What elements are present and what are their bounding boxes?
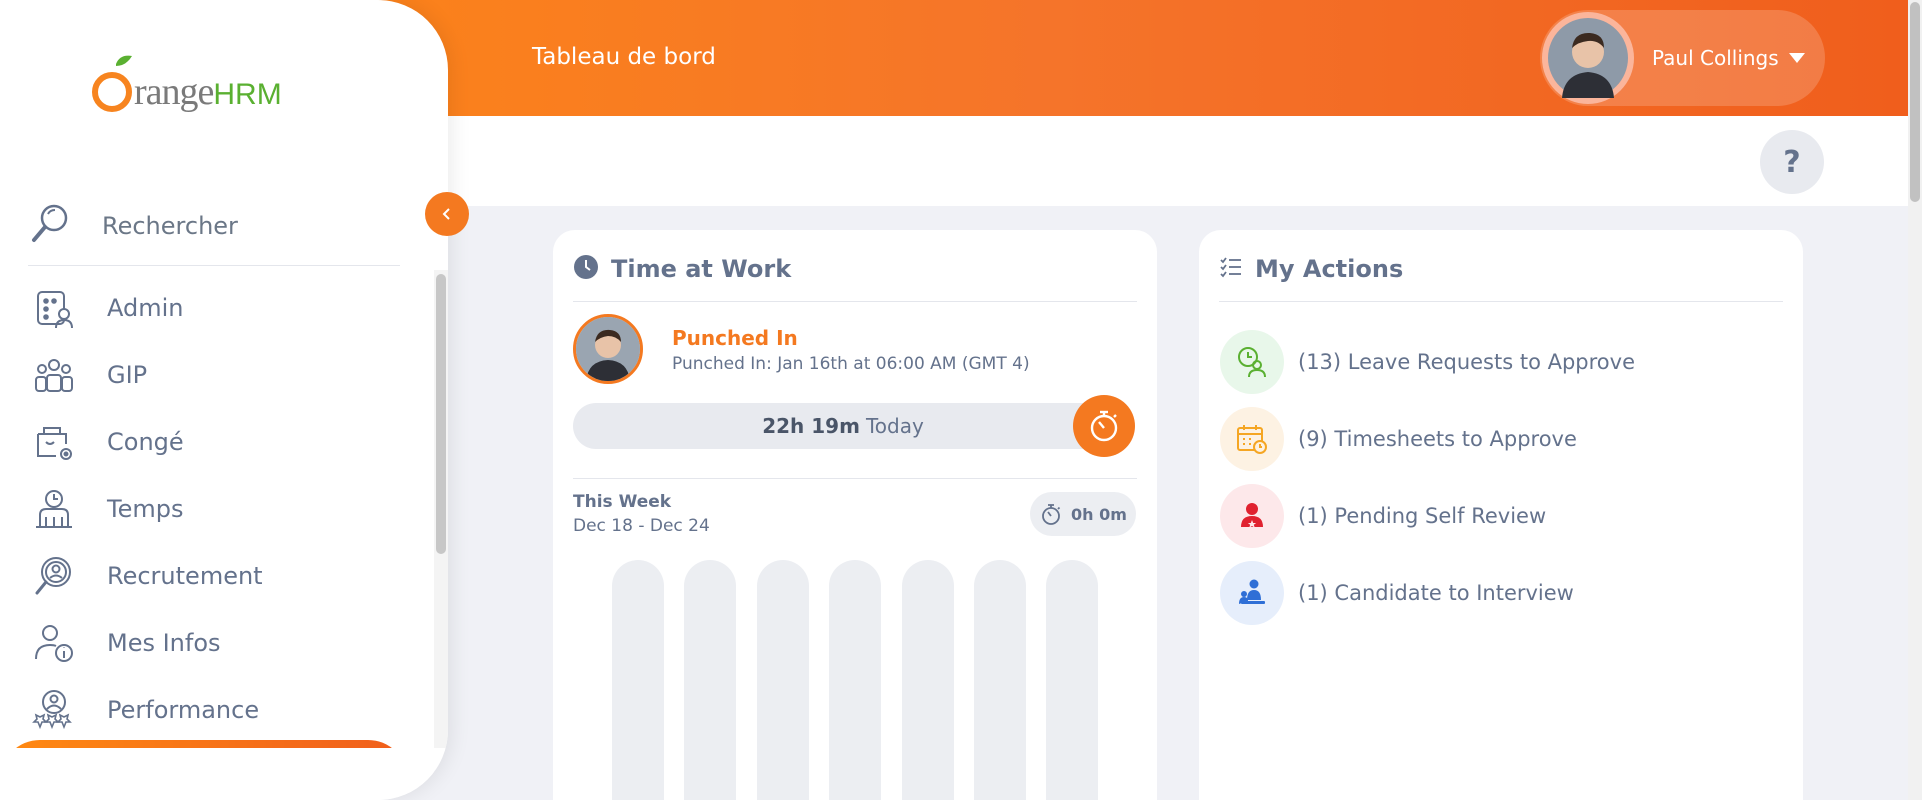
leave-icon bbox=[28, 416, 80, 468]
action-timesheets[interactable]: (9) Timesheets to Approve bbox=[1220, 407, 1577, 471]
clock-icon bbox=[573, 254, 599, 284]
day-bar bbox=[684, 560, 736, 800]
card-header: My Actions bbox=[1219, 254, 1783, 302]
day-bar bbox=[902, 560, 954, 800]
sidebar-item-time[interactable]: Temps bbox=[28, 475, 428, 542]
orangehrm-logo: rangeHRM bbox=[86, 52, 296, 116]
today-hours: 22h 19m bbox=[762, 414, 860, 438]
sidebar-scrollbar[interactable] bbox=[434, 270, 448, 748]
sidebar-item-label: Congé bbox=[107, 427, 184, 456]
action-candidate-interview[interactable]: (1) Candidate to Interview bbox=[1220, 561, 1574, 625]
leave-approve-icon bbox=[1220, 330, 1284, 394]
sidebar-item-my-info[interactable]: Mes Infos bbox=[28, 609, 428, 676]
day-bar bbox=[757, 560, 809, 800]
recruitment-icon bbox=[28, 550, 80, 602]
stopwatch-icon bbox=[1090, 410, 1118, 442]
week-bar-chart bbox=[612, 560, 1102, 800]
day-bar bbox=[829, 560, 881, 800]
my-info-icon bbox=[28, 617, 80, 669]
sidebar-item-label: Recrutement bbox=[107, 561, 263, 590]
action-self-review[interactable]: (1) Pending Self Review bbox=[1220, 484, 1546, 548]
punch-detail: Punched In: Jan 16th at 06:00 AM (GMT 4) bbox=[672, 354, 1030, 374]
sidebar-item-label: GIP bbox=[107, 360, 148, 389]
sub-header bbox=[440, 116, 1908, 206]
page-scrollbar[interactable] bbox=[1908, 0, 1922, 800]
page-title: Tableau de bord bbox=[532, 44, 716, 70]
pim-icon bbox=[28, 349, 80, 401]
candidate-icon bbox=[1220, 561, 1284, 625]
punch-status: Punched In bbox=[672, 326, 798, 350]
today-hours-bar: 22h 19m Today bbox=[573, 403, 1113, 449]
search-icon bbox=[28, 202, 72, 250]
sidebar-item-recruitment[interactable]: Recrutement bbox=[28, 542, 428, 609]
action-leave-requests[interactable]: (13) Leave Requests to Approve bbox=[1220, 330, 1635, 394]
punch-out-button[interactable] bbox=[1073, 395, 1135, 457]
sidebar-item-label: Temps bbox=[107, 494, 184, 523]
self-review-icon bbox=[1220, 484, 1284, 548]
sidebar-menu: Admin GIP Congé Temps Recrutement Mes In… bbox=[28, 274, 428, 743]
day-bar bbox=[1046, 560, 1098, 800]
search-label: Rechercher bbox=[102, 211, 238, 240]
sidebar-item-label: Mes Infos bbox=[107, 628, 221, 657]
sidebar: rangeHRM Rechercher Admin GIP Congé Temp… bbox=[0, 0, 448, 800]
time-at-work-card: Time at Work Punched In Punched In: Jan … bbox=[553, 230, 1157, 800]
time-icon bbox=[28, 483, 80, 535]
sidebar-item-label: Admin bbox=[107, 293, 184, 322]
timesheet-icon bbox=[1220, 407, 1284, 471]
action-label: (9) Timesheets to Approve bbox=[1298, 427, 1577, 451]
avatar bbox=[573, 314, 643, 384]
week-label: This Week bbox=[573, 492, 672, 512]
sidebar-item-admin[interactable]: Admin bbox=[28, 274, 428, 341]
checklist-icon bbox=[1219, 254, 1243, 284]
admin-icon bbox=[28, 282, 80, 334]
stopwatch-icon bbox=[1042, 504, 1061, 525]
user-dropdown[interactable]: Paul Collings bbox=[1540, 10, 1825, 106]
sidebar-search[interactable]: Rechercher bbox=[28, 186, 400, 266]
divider bbox=[573, 478, 1137, 479]
card-title: Time at Work bbox=[611, 255, 792, 283]
sidebar-item-leave[interactable]: Congé bbox=[28, 408, 428, 475]
action-label: (1) Candidate to Interview bbox=[1298, 581, 1574, 605]
day-bar bbox=[612, 560, 664, 800]
chevron-left-icon bbox=[442, 208, 450, 220]
card-header: Time at Work bbox=[573, 254, 1137, 302]
week-total: 0h 0m bbox=[1071, 504, 1127, 524]
performance-icon bbox=[28, 684, 80, 736]
sidebar-bottom-area bbox=[0, 748, 434, 800]
action-label: (13) Leave Requests to Approve bbox=[1298, 350, 1635, 374]
action-label: (1) Pending Self Review bbox=[1298, 504, 1547, 528]
day-bar bbox=[974, 560, 1026, 800]
chevron-down-icon bbox=[1788, 53, 1805, 63]
sidebar-item-label: Performance bbox=[107, 695, 260, 724]
sidebar-collapse-button[interactable] bbox=[425, 192, 469, 236]
sidebar-item-performance[interactable]: Performance bbox=[28, 676, 428, 743]
today-label: Today bbox=[865, 414, 924, 438]
sidebar-scrollbar-thumb[interactable] bbox=[436, 274, 446, 554]
week-range: Dec 18 - Dec 24 bbox=[573, 516, 710, 536]
user-avatar bbox=[1542, 12, 1634, 104]
my-actions-card: My Actions (13) Leave Requests to Approv… bbox=[1199, 230, 1803, 800]
user-name: Paul Collings bbox=[1652, 46, 1779, 70]
week-total-badge: 0h 0m bbox=[1030, 492, 1136, 536]
card-title: My Actions bbox=[1255, 255, 1404, 283]
help-button[interactable]: ? bbox=[1760, 130, 1824, 194]
sidebar-item-pim[interactable]: GIP bbox=[28, 341, 428, 408]
page-scrollbar-thumb[interactable] bbox=[1910, 2, 1920, 202]
